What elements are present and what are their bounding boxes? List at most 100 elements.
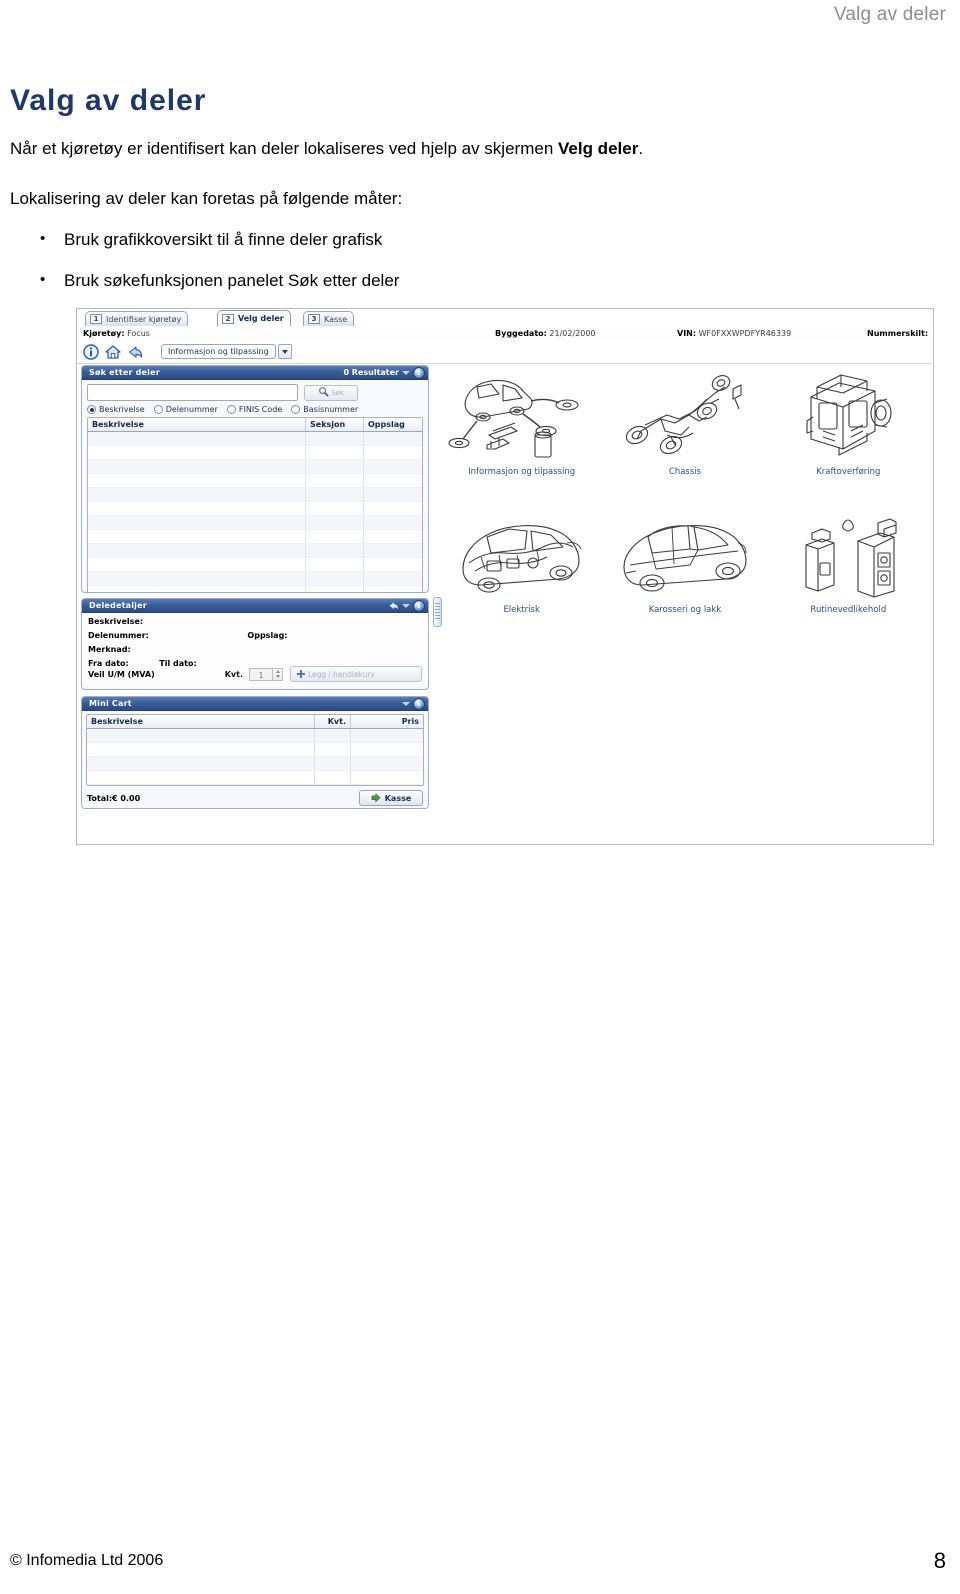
detail-panel-body: Beskrivelse: Delenummer: Oppslag: Merkna… (82, 613, 428, 687)
detail-field-delenummer: Delenummer: Oppslag: (88, 631, 422, 640)
radio-delenummer[interactable]: Delenummer (153, 405, 218, 414)
table-row[interactable] (88, 572, 422, 586)
cart-grid-header: Beskrivelse Kvt. Pris (87, 715, 423, 729)
search-input[interactable] (87, 384, 298, 401)
graphic-label: Chassis (668, 467, 702, 477)
footer-copyright: © Infomedia Ltd 2006 (10, 1552, 164, 1569)
graphic-tile-karosseri-og-lakk[interactable]: Karosseri og lakk (606, 505, 763, 637)
chevron-down-icon[interactable] (402, 603, 410, 608)
search-results-grid[interactable]: Beskrivelse Seksjon Oppslag (87, 417, 423, 592)
table-row[interactable] (88, 446, 422, 460)
list-item-label: Bruk grafikkoversikt til å finne deler g… (64, 230, 383, 249)
checkout-button[interactable]: Kasse (359, 790, 423, 806)
back-arrow-icon[interactable] (388, 601, 399, 611)
search-button[interactable]: Søk (304, 384, 358, 401)
add-to-cart-button[interactable]: Legg i handlekurv (290, 666, 422, 682)
quantity-stepper[interactable]: 1 (249, 667, 284, 681)
footer-page-number: 8 (933, 1548, 946, 1573)
detail-field-merknad: Merknad: (88, 645, 422, 654)
page-title: Valg av deler (10, 84, 207, 117)
intro-paragraph: Når et kjøretøy er identifisert kan dele… (10, 138, 643, 160)
info-icon[interactable]: i (413, 599, 425, 612)
graphic-tile-kraftoverforing[interactable]: Kraftoverføring (770, 367, 927, 499)
spin-up-icon[interactable] (275, 669, 280, 673)
table-row[interactable] (88, 432, 422, 446)
panel-splitter[interactable] (433, 597, 442, 627)
chevron-down-icon[interactable] (277, 344, 292, 359)
radio-basisnummer[interactable]: Basisnummer (291, 405, 358, 414)
build-date-field: Byggedato: 21/02/2000 (495, 329, 596, 338)
section-select-value: Informasjon og tilpassing (161, 344, 276, 359)
quantity-value[interactable]: 1 (249, 667, 274, 681)
fluid-bottles-icon (788, 505, 908, 601)
info-icon[interactable] (83, 344, 99, 360)
home-icon[interactable] (105, 344, 121, 360)
vehicle-info-bar: Kjøretøy: Focus Byggedato: 21/02/2000 VI… (77, 326, 933, 342)
tab-kasse[interactable]: 3 Kasse (303, 311, 355, 326)
graphic-tile-informasjon-og-tilpassing[interactable]: Informasjon og tilpassing (443, 367, 600, 499)
plate-field: Nummerskilt: (867, 329, 928, 338)
table-row[interactable] (88, 586, 422, 592)
chevron-down-icon[interactable] (402, 370, 410, 375)
car-wiring-icon (447, 505, 597, 601)
search-panel-header: Søk etter deler 0 Resultater i (82, 366, 428, 380)
info-icon[interactable]: i (413, 697, 425, 710)
vin-label: VIN: (677, 329, 697, 338)
radio-label: Basisnummer (303, 405, 359, 414)
left-column: Søk etter deler 0 Resultater i Søk Beskr… (81, 365, 429, 840)
table-row[interactable] (88, 558, 422, 572)
table-row[interactable] (88, 474, 422, 488)
running-header: Valg av deler (0, 0, 960, 34)
plus-icon (297, 670, 306, 678)
application-screenshot: 1 Identifiser kjøretøy 2 Velg deler 3 Ka… (76, 308, 934, 845)
column-header-seksjon: Seksjon (306, 418, 364, 431)
intro-paragraph-post: . (638, 139, 644, 158)
graphic-tile-elektrisk[interactable]: Elektrisk (443, 505, 600, 637)
price-label: Veil U/M (MVA) (88, 669, 155, 679)
tab-number: 3 (308, 314, 320, 324)
list-item: • Bruk grafikkoversikt til å finne deler … (40, 230, 382, 250)
car-with-parts-icon (447, 367, 597, 463)
back-arrow-icon[interactable] (127, 344, 143, 360)
add-to-cart-label: Legg i handlekurv (308, 669, 375, 679)
quantity-spin-buttons[interactable] (273, 667, 284, 681)
table-row[interactable] (88, 502, 422, 516)
vehicle-name-label: Kjøretøy: (83, 329, 125, 338)
list-item[interactable] (87, 729, 423, 743)
list-item[interactable] (87, 757, 423, 771)
spin-down-icon[interactable] (275, 675, 280, 679)
app-toolbar: Informasjon og tilpassing (77, 341, 933, 364)
build-date-value: 21/02/2000 (549, 329, 596, 338)
car-body-icon (610, 505, 760, 601)
qty-label: Kvt. (224, 669, 244, 679)
page-footer: © Infomedia Ltd 2006 8 (10, 1548, 946, 1576)
list-item-label: Bruk søkefunksjonen panelet Søk etter de… (64, 271, 400, 290)
radio-label: Delenummer (165, 405, 218, 414)
table-row[interactable] (88, 530, 422, 544)
table-row[interactable] (88, 488, 422, 502)
table-row[interactable] (88, 516, 422, 530)
search-results-header: Beskrivelse Seksjon Oppslag (88, 418, 422, 432)
info-icon[interactable]: i (413, 366, 425, 379)
cart-grid[interactable]: Beskrivelse Kvt. Pris (86, 714, 424, 786)
list-item[interactable] (87, 771, 423, 785)
chevron-down-icon[interactable] (402, 701, 410, 706)
list-item[interactable] (87, 743, 423, 757)
radio-finis-code[interactable]: FINIS Code (226, 405, 282, 414)
tab-identifiser-kjoretoy[interactable]: 1 Identifiser kjøretøy (85, 311, 189, 326)
radio-label: Beskrivelse (99, 405, 145, 414)
radio-beskrivelse[interactable]: Beskrivelse (87, 405, 145, 414)
graphic-label: Elektrisk (503, 605, 540, 615)
bullet-glyph: • (40, 271, 46, 288)
table-row[interactable] (88, 544, 422, 558)
detail-label: Delenummer: (88, 631, 149, 640)
detail-label-oppslag: Oppslag: (247, 631, 288, 640)
section-select[interactable]: Informasjon og tilpassing (161, 344, 292, 359)
graphics-overview: Informasjon og tilpassing Chassis Krafto… (443, 367, 927, 838)
tab-velg-deler[interactable]: 2 Velg deler (217, 310, 291, 326)
graphic-tile-rutinevedlikehold[interactable]: Rutinevedlikehold (770, 505, 927, 637)
bullet-glyph: • (40, 230, 46, 247)
search-panel-body: Søk Beskrivelse Delenummer FINIS Code Ba… (82, 380, 428, 592)
graphic-tile-chassis[interactable]: Chassis (606, 367, 763, 499)
table-row[interactable] (88, 460, 422, 474)
